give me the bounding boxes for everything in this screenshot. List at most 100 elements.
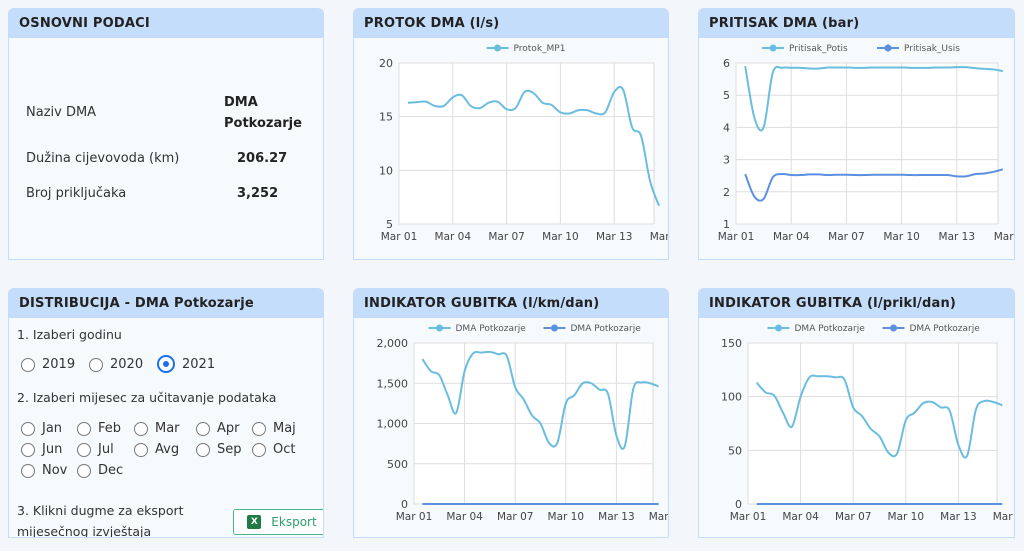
- pipe-length-value: 206.27: [237, 151, 288, 166]
- y-tick-label: 4: [723, 121, 730, 134]
- connections-label: Broj priključaka: [26, 186, 127, 201]
- x-tick-label: Mar 04: [773, 231, 810, 243]
- legend-marker: [494, 44, 501, 52]
- month-label: Jul: [98, 442, 114, 457]
- legend-label: Protok_MP1: [514, 44, 566, 54]
- year-radio-2020[interactable]: 2020: [89, 357, 143, 372]
- month-radio-nov[interactable]: Nov: [21, 463, 67, 478]
- step3-label-1: 3. Klikni dugme za eksport: [17, 503, 184, 518]
- radio-circle[interactable]: [89, 357, 103, 372]
- radio-circle[interactable]: [157, 355, 175, 373]
- month-radio-avg[interactable]: Avg: [134, 442, 179, 457]
- protok-chart: 5 10 15 20 Mar 01 Mar 04 Mar 07 Mar 10 Mar 13 Mar…: [379, 44, 669, 243]
- month-radio-maj[interactable]: Maj: [252, 421, 296, 436]
- x-tick-label: Mar 07: [828, 231, 865, 243]
- x-tick-label: Mar 10: [888, 511, 925, 523]
- y-tick-label: 0: [735, 498, 742, 511]
- x-tick-label: Mar 16: [649, 511, 669, 523]
- legend-label: Pritisak_Potis: [789, 44, 848, 54]
- year-label: 2021: [182, 356, 216, 372]
- chart-title: PROTOK DMA (l/s): [354, 9, 668, 38]
- legend-marker: [769, 44, 777, 52]
- basic-info-title: OSNOVNI PODACI: [9, 9, 323, 38]
- chart-panel-pritisak: PRITISAK DMA (bar) 1 2 3 4 5 6 Mar 01 Mar 04 Mar…: [698, 8, 1015, 260]
- month-label: Sep: [217, 442, 242, 457]
- radio-circle[interactable]: [77, 442, 91, 457]
- year-radio-2019[interactable]: 2019: [21, 357, 75, 372]
- radio-circle[interactable]: [252, 421, 266, 436]
- legend-marker: [551, 324, 558, 332]
- month-label: Avg: [155, 442, 180, 457]
- y-tick-label: 1: [723, 218, 730, 231]
- x-tick-label: Mar 07: [497, 511, 534, 523]
- y-tick-label: 10: [379, 164, 393, 177]
- radio-circle[interactable]: [21, 463, 35, 478]
- x-tick-label: Mar 04: [782, 511, 819, 523]
- radio-circle[interactable]: [134, 442, 148, 457]
- x-tick-label: Mar 01: [730, 511, 767, 523]
- y-tick-label: 100: [721, 391, 742, 404]
- month-radio-jun[interactable]: Jun: [21, 442, 62, 457]
- month-label: Feb: [98, 421, 122, 436]
- radio-circle[interactable]: [196, 421, 210, 436]
- plot-area: [747, 342, 998, 505]
- distribution-panel: DISTRIBUCIJA - DMA Potkozarje 1. Izaberi…: [8, 288, 324, 538]
- x-tick-label: Mar 16: [650, 231, 669, 243]
- radio-circle[interactable]: [21, 421, 35, 436]
- radio-circle[interactable]: [21, 357, 35, 372]
- y-tick-label: 3: [723, 154, 730, 167]
- y-tick-label: 500: [387, 458, 408, 471]
- export-label: Eksport: [271, 515, 317, 529]
- chart-panel-gubitak-prikl: INDIKATOR GUBITKA (l/prikl/dan) 0 50 100 15…: [698, 288, 1015, 538]
- chart-title: INDIKATOR GUBITKA (l/km/dan): [354, 289, 668, 318]
- radio-circle[interactable]: [196, 442, 210, 457]
- month-radio-apr[interactable]: Apr: [196, 421, 240, 436]
- legend-marker: [890, 324, 897, 332]
- y-tick-label: 20: [379, 57, 393, 70]
- dma-name-label: Naziv DMA: [26, 105, 97, 120]
- radio-circle[interactable]: [77, 421, 91, 436]
- radio-circle[interactable]: [252, 442, 266, 457]
- x-tick-label: Mar 07: [488, 231, 525, 243]
- y-tick-label: 1,000: [377, 418, 409, 431]
- x-tick-label: Mar 13: [940, 511, 977, 523]
- y-tick-label: 5: [386, 218, 393, 231]
- plot-area: [398, 62, 655, 225]
- chart-panel-protok: PROTOK DMA (l/s) 5 10 15 20 Mar 01 Mar 04 Mar …: [353, 8, 669, 260]
- month-radio-jul[interactable]: Jul: [77, 442, 114, 457]
- year-label: 2020: [110, 357, 144, 372]
- x-tick-label: Mar 01: [396, 511, 433, 523]
- radio-circle[interactable]: [21, 442, 35, 457]
- x-tick-label: Mar 07: [835, 511, 872, 523]
- radio-circle[interactable]: [134, 421, 148, 436]
- legend-marker: [775, 324, 782, 332]
- month-radio-sep[interactable]: Sep: [196, 442, 242, 457]
- month-label: Apr: [217, 421, 240, 436]
- month-radio-jan[interactable]: Jan: [21, 421, 62, 436]
- x-tick-label: Mar 13: [598, 511, 635, 523]
- month-label: Oct: [273, 442, 296, 457]
- y-tick-label: 2: [723, 186, 730, 199]
- y-tick-label: 50: [728, 444, 742, 457]
- pipe-length-label: Dužina cijevovoda (km): [26, 151, 180, 166]
- plot-area: [735, 62, 999, 225]
- month-radio-feb[interactable]: Feb: [77, 421, 121, 436]
- excel-icon: X: [247, 515, 262, 529]
- step3-label-2: mijesečnog izvještaja: [17, 524, 152, 538]
- month-radio-mar[interactable]: Mar: [134, 421, 180, 436]
- year-radio-2021[interactable]: 2021: [157, 355, 215, 373]
- x-tick-label: Mar 13: [939, 231, 976, 243]
- basic-info-panel: OSNOVNI PODACI Naziv DMA DMA Potkozarje …: [8, 8, 324, 260]
- radio-circle[interactable]: [77, 463, 91, 478]
- month-label: Jan: [42, 421, 63, 436]
- year-label: 2019: [42, 357, 76, 372]
- x-tick-label: Mar 01: [718, 231, 755, 243]
- month-radio-dec[interactable]: Dec: [77, 463, 123, 478]
- x-tick-label: Mar 04: [435, 231, 472, 243]
- month-radio-oct[interactable]: Oct: [252, 442, 295, 457]
- export-button[interactable]: X Eksport: [233, 509, 323, 535]
- y-tick-label: 0: [401, 498, 408, 511]
- dma-name-value-1: DMA: [224, 95, 258, 110]
- month-label: Mar: [155, 421, 180, 436]
- legend-marker: [436, 324, 443, 332]
